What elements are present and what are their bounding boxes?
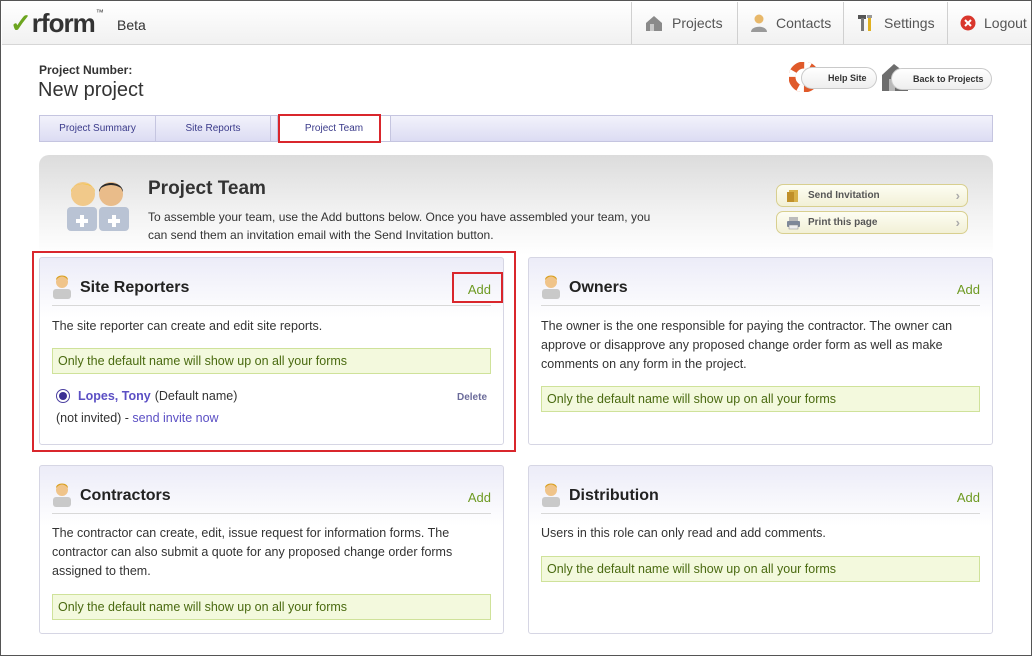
card-header: Owners Add bbox=[541, 272, 980, 306]
print-page-label: Print this page bbox=[808, 217, 878, 228]
chevron-right-icon: › bbox=[955, 215, 960, 230]
team-description: To assemble your team, use the Add butto… bbox=[148, 210, 651, 242]
house-icon bbox=[644, 13, 664, 33]
nav-settings[interactable]: Settings bbox=[843, 2, 947, 44]
beta-label: Beta bbox=[117, 17, 146, 33]
nav-logout[interactable]: Logout bbox=[947, 2, 1031, 44]
nav-settings-label: Settings bbox=[884, 15, 935, 31]
tab-site-reports[interactable]: Site Reports bbox=[156, 116, 271, 141]
contractors-title: Contractors bbox=[80, 487, 171, 504]
nav-contacts[interactable]: Contacts bbox=[737, 2, 843, 44]
document-icon bbox=[786, 189, 800, 206]
person-icon bbox=[52, 482, 72, 513]
distribution-card: Distribution Add Users in this role can … bbox=[528, 465, 993, 634]
nav-logout-label: Logout bbox=[984, 15, 1027, 31]
top-bar: ✓rform™ Beta Projects Contacts Settings bbox=[2, 2, 1031, 45]
help-site-button[interactable]: Help Site bbox=[801, 67, 877, 89]
person-icon bbox=[750, 13, 768, 33]
app-window: ✓rform™ Beta Projects Contacts Settings bbox=[0, 0, 1032, 656]
tab-spacer bbox=[271, 116, 278, 141]
owners-note: Only the default name will show up on al… bbox=[541, 386, 980, 412]
project-name: New project bbox=[38, 79, 144, 101]
contractors-add-button[interactable]: Add bbox=[468, 490, 491, 505]
tab-highlight-box bbox=[278, 114, 381, 143]
nav-projects-label: Projects bbox=[672, 15, 723, 31]
nav-projects[interactable]: Projects bbox=[631, 2, 737, 44]
owners-description: The owner is the one responsible for pay… bbox=[541, 319, 953, 371]
trademark: ™ bbox=[95, 8, 104, 17]
help-site-label: Help Site bbox=[828, 73, 867, 83]
back-to-projects-button[interactable]: Back to Projects bbox=[891, 68, 992, 90]
contractors-card: Contractors Add The contractor can creat… bbox=[39, 465, 504, 634]
person-icon bbox=[541, 274, 561, 305]
owners-title: Owners bbox=[569, 279, 628, 296]
main-nav: Projects Contacts Settings Logout bbox=[631, 2, 1031, 44]
send-invitation-label: Send Invitation bbox=[808, 190, 880, 201]
distribution-title: Distribution bbox=[569, 487, 659, 504]
distribution-add-button[interactable]: Add bbox=[957, 490, 980, 505]
back-to-projects-label: Back to Projects bbox=[913, 74, 984, 84]
distribution-note: Only the default name will show up on al… bbox=[541, 556, 980, 582]
project-number-label: Project Number: bbox=[39, 63, 133, 77]
tools-icon bbox=[856, 13, 876, 33]
owners-card: Owners Add The owner is the one responsi… bbox=[528, 257, 993, 445]
person-icon bbox=[541, 482, 561, 513]
card-header: Distribution Add bbox=[541, 480, 980, 514]
team-title: Project Team bbox=[148, 178, 266, 199]
checkmark-icon: ✓ bbox=[10, 8, 32, 38]
site-reporters-highlight-box bbox=[32, 251, 516, 452]
rform-logo[interactable]: ✓rform™ bbox=[10, 8, 104, 38]
distribution-description: Users in this role can only read and add… bbox=[541, 526, 826, 540]
close-circle-icon bbox=[960, 15, 976, 31]
owners-add-button[interactable]: Add bbox=[957, 282, 980, 297]
nav-contacts-label: Contacts bbox=[776, 15, 832, 31]
add-highlight-box bbox=[452, 272, 503, 303]
contractors-description: The contractor can create, edit, issue r… bbox=[52, 526, 453, 578]
chevron-right-icon: › bbox=[955, 188, 960, 203]
project-tabs: Project Summary Site Reports Project Tea… bbox=[39, 115, 993, 142]
logo-text: rform bbox=[31, 8, 96, 38]
contractors-note: Only the default name will show up on al… bbox=[52, 594, 491, 620]
print-page-button[interactable]: Print this page › bbox=[776, 211, 968, 234]
send-invitation-button[interactable]: Send Invitation › bbox=[776, 184, 968, 207]
printer-icon bbox=[786, 216, 801, 233]
team-add-icon bbox=[63, 177, 133, 238]
tab-project-summary[interactable]: Project Summary bbox=[40, 116, 156, 141]
card-header: Contractors Add bbox=[52, 480, 491, 514]
